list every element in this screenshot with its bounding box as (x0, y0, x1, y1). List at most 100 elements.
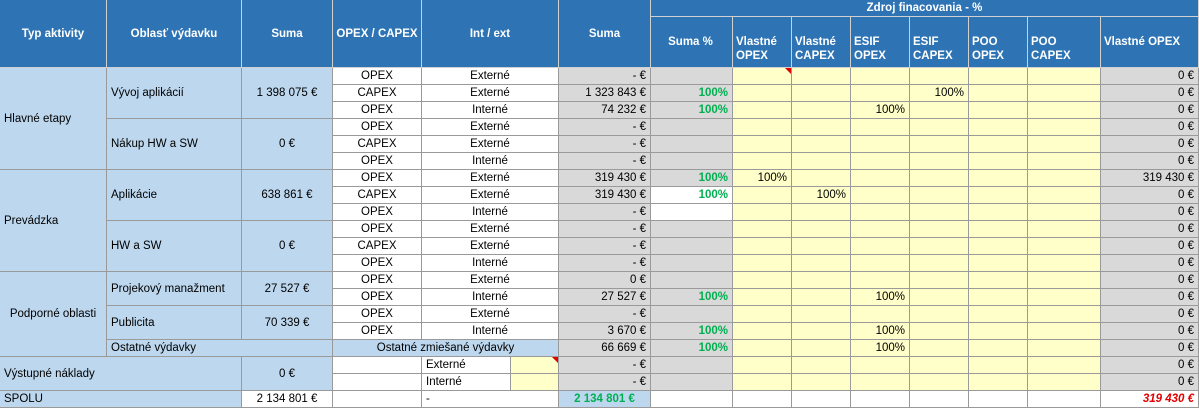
cell-poo-capex[interactable] (1028, 119, 1101, 136)
cell-opex-capex[interactable] (333, 357, 422, 374)
cell-poo-opex[interactable] (969, 306, 1028, 323)
group-hlavne-etapy[interactable]: Hlavné etapy (0, 68, 107, 170)
cell-vlastne-opex[interactable] (733, 119, 792, 136)
cell-suma-pct[interactable] (651, 136, 733, 153)
cell-vlastne-opex-2[interactable]: 0 € (1101, 136, 1199, 153)
cell-poo-capex[interactable] (1028, 170, 1101, 187)
cell-suma[interactable]: 0 € (559, 272, 651, 289)
cell-vlastne-opex[interactable] (733, 374, 792, 391)
cell-vlastne-opex[interactable] (733, 85, 792, 102)
cell-suma-pct[interactable] (651, 119, 733, 136)
cell-vlastne-opex-2[interactable]: 0 € (1101, 153, 1199, 170)
cell-poo-opex[interactable] (969, 119, 1028, 136)
cell-poo-opex[interactable] (969, 204, 1028, 221)
cell-esif-capex[interactable]: 100% (910, 85, 969, 102)
area-ostatne-vydavky[interactable]: Ostatné výdavky (107, 340, 333, 357)
cell-vlastne-capex[interactable] (792, 102, 851, 119)
cell-opex-capex[interactable]: OPEX (333, 153, 422, 170)
cell-vlastne-opex[interactable] (733, 272, 792, 289)
cell-poo-opex[interactable] (969, 272, 1028, 289)
cell-poo-capex[interactable] (1028, 221, 1101, 238)
cell-esif-capex[interactable] (910, 68, 969, 85)
cell-poo-capex[interactable] (1028, 204, 1101, 221)
cell-suma-pct[interactable] (651, 204, 733, 221)
area-sum-hw-a-sw[interactable]: 0 € (242, 221, 333, 272)
cell-int-ext[interactable]: Externé (422, 221, 559, 238)
cell-esif-opex[interactable] (851, 170, 910, 187)
cell-suma-pct[interactable]: 100% (651, 102, 733, 119)
area-aplikacie[interactable]: Aplikácie (107, 170, 242, 221)
cell-poo-capex[interactable] (1028, 306, 1101, 323)
cell-int-ext[interactable]: Interné (422, 289, 559, 306)
cell-int-ext[interactable]: Interné (422, 102, 559, 119)
cell-poo-capex[interactable] (1028, 238, 1101, 255)
cell-esif-opex[interactable] (851, 187, 910, 204)
cell-poo-opex[interactable] (969, 357, 1028, 374)
cell-esif-capex[interactable] (910, 340, 969, 357)
cell-poo-capex[interactable] (1028, 340, 1101, 357)
cell-vlastne-opex-2[interactable]: 0 € (1101, 357, 1199, 374)
spolu-empty[interactable] (651, 391, 733, 408)
group-prevadzka[interactable]: Prevádzka (0, 170, 107, 272)
cell-esif-opex[interactable] (851, 306, 910, 323)
cell-int-ext[interactable]: Externé (422, 272, 559, 289)
cell-vlastne-opex[interactable] (733, 187, 792, 204)
cell-opex-capex[interactable]: CAPEX (333, 238, 422, 255)
cell-poo-opex[interactable] (969, 374, 1028, 391)
cell-esif-opex[interactable] (851, 68, 910, 85)
cell-poo-capex[interactable] (1028, 272, 1101, 289)
spolu-suma-total[interactable]: 2 134 801 € (559, 391, 651, 408)
cell-suma-pct[interactable] (651, 357, 733, 374)
cell-poo-opex[interactable] (969, 136, 1028, 153)
cell-yellow-input[interactable] (511, 357, 559, 374)
cell-vlastne-opex-2[interactable]: 0 € (1101, 289, 1199, 306)
cell-suma[interactable]: 27 527 € (559, 289, 651, 306)
cell-suma[interactable]: - € (559, 238, 651, 255)
cell-suma-pct[interactable]: 100% (651, 289, 733, 306)
cell-opex-capex[interactable]: CAPEX (333, 187, 422, 204)
cell-suma-pct[interactable] (651, 255, 733, 272)
cell-vlastne-opex[interactable]: 100% (733, 170, 792, 187)
cell-int-ext-merged[interactable]: Ostatné zmiešané výdavky (333, 340, 559, 357)
cell-int-ext[interactable]: Externé (422, 170, 559, 187)
cell-opex-capex[interactable]: OPEX (333, 119, 422, 136)
cell-suma[interactable]: 74 232 € (559, 102, 651, 119)
cell-esif-capex[interactable] (910, 306, 969, 323)
cell-vlastne-capex[interactable] (792, 85, 851, 102)
cell-int-ext[interactable]: Interné (422, 323, 559, 340)
cell-vlastne-opex-2[interactable]: 0 € (1101, 238, 1199, 255)
cell-suma[interactable]: - € (559, 306, 651, 323)
cell-poo-capex[interactable] (1028, 102, 1101, 119)
cell-suma[interactable]: - € (559, 357, 651, 374)
cell-vlastne-capex[interactable] (792, 289, 851, 306)
cell-opex-capex[interactable] (333, 374, 422, 391)
cell-int-ext[interactable]: Externé (422, 136, 559, 153)
cell-esif-capex[interactable] (910, 374, 969, 391)
spolu-label[interactable]: SPOLU (0, 391, 242, 408)
cell-suma[interactable]: 1 323 843 € (559, 85, 651, 102)
cell-poo-capex[interactable] (1028, 187, 1101, 204)
group-podporne-oblasti[interactable]: Podporné oblasti (0, 272, 107, 357)
spolu-empty[interactable] (910, 391, 969, 408)
cell-vlastne-opex-2[interactable]: 0 € (1101, 85, 1199, 102)
cell-suma[interactable]: 319 430 € (559, 187, 651, 204)
cell-esif-capex[interactable] (910, 204, 969, 221)
cell-opex-capex[interactable]: CAPEX (333, 85, 422, 102)
cell-int-ext[interactable]: Interné (422, 204, 559, 221)
cell-poo-capex[interactable] (1028, 68, 1101, 85)
cell-esif-capex[interactable] (910, 357, 969, 374)
cell-poo-opex[interactable] (969, 85, 1028, 102)
cell-poo-opex[interactable] (969, 153, 1028, 170)
cell-vlastne-capex[interactable] (792, 204, 851, 221)
cell-yellow-input[interactable] (511, 374, 559, 391)
spolu-suma[interactable]: 2 134 801 € (242, 391, 333, 408)
cell-vlastne-opex-2[interactable]: 0 € (1101, 119, 1199, 136)
cell-vlastne-opex-2[interactable]: 0 € (1101, 187, 1199, 204)
cell-esif-opex[interactable]: 100% (851, 102, 910, 119)
area-publicita[interactable]: Publicita (107, 306, 242, 340)
cell-esif-opex[interactable] (851, 357, 910, 374)
cell-vlastne-opex-2[interactable]: 0 € (1101, 340, 1199, 357)
cell-poo-opex[interactable] (969, 102, 1028, 119)
cell-suma-pct[interactable]: 100% (651, 187, 733, 204)
cell-esif-capex[interactable] (910, 102, 969, 119)
